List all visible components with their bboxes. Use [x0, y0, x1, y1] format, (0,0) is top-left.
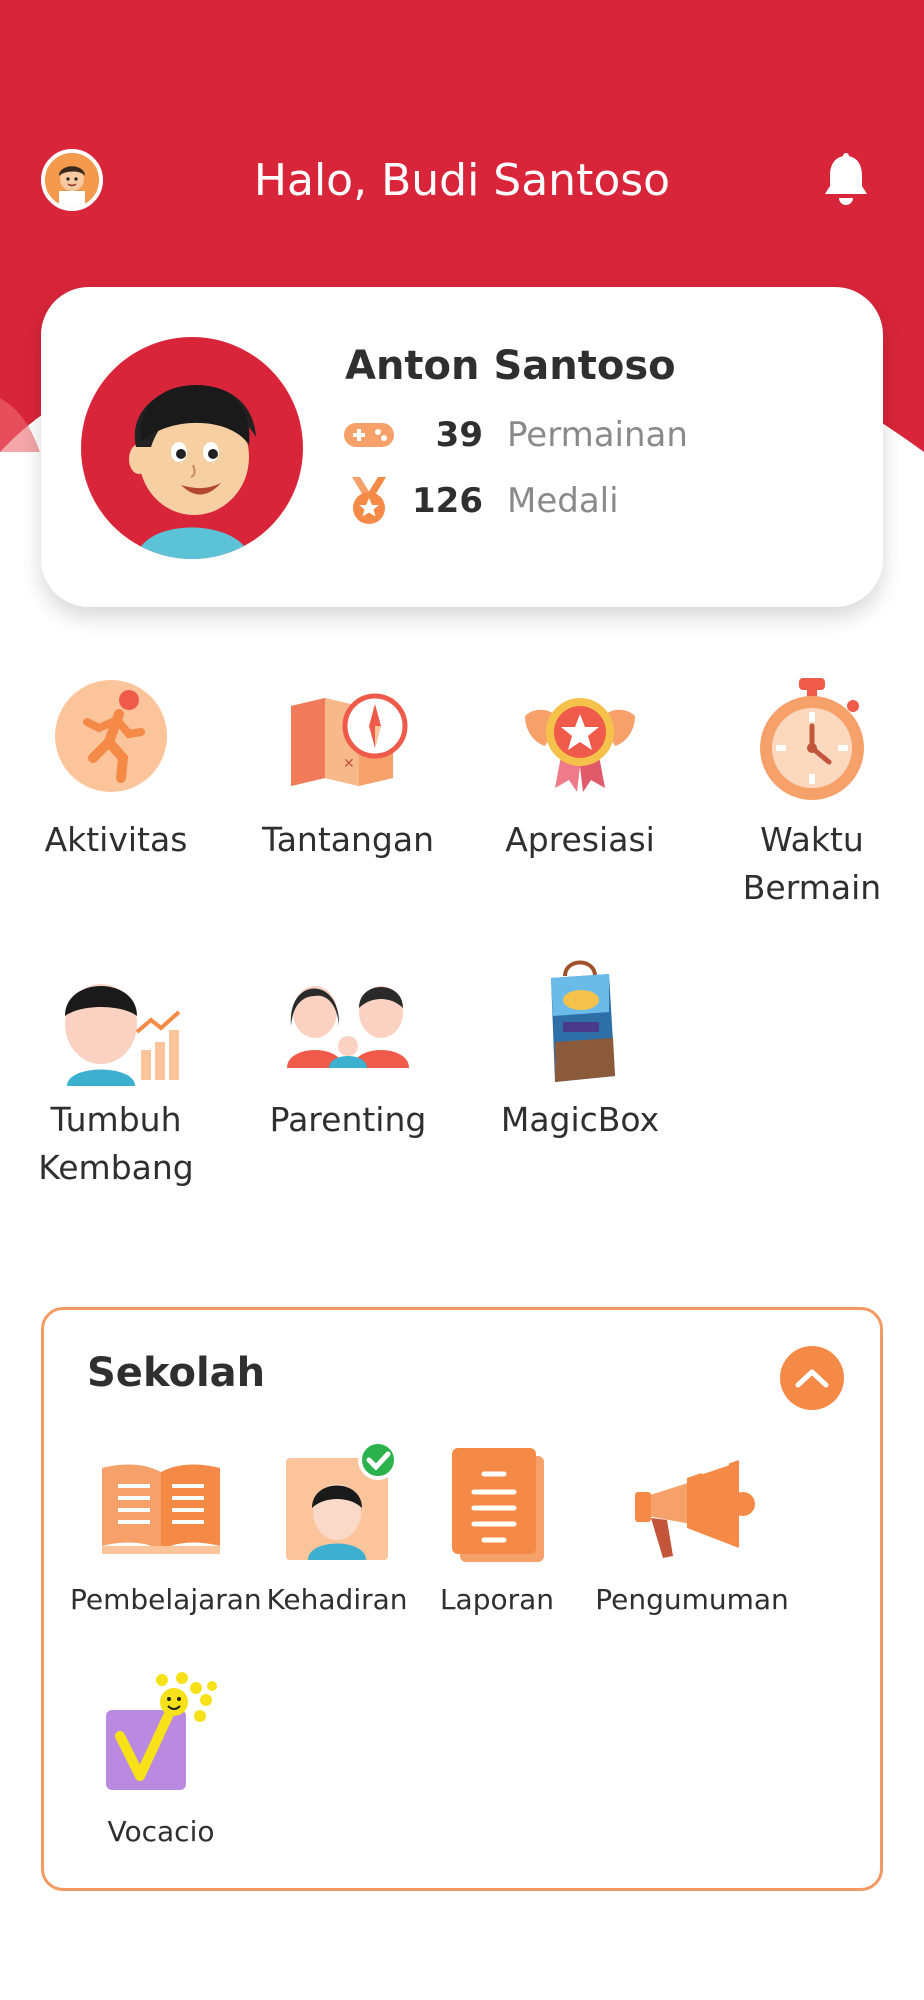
school-item-label: Vocacio — [107, 1815, 215, 1848]
menu-label: Tumbuh Kembang — [38, 1100, 194, 1187]
attendance-check-icon — [272, 1438, 402, 1568]
medal-icon — [341, 475, 397, 527]
menu-label: Tantangan — [262, 820, 434, 859]
school-item-vocacio[interactable]: Vocacio — [70, 1670, 252, 1852]
winged-star-badge-icon — [515, 676, 645, 806]
svg-text:✕: ✕ — [343, 756, 355, 772]
medals-label: Medali — [507, 481, 619, 521]
menu-label: Waktu Bermain — [742, 820, 882, 907]
chevron-up-icon[interactable] — [780, 1346, 844, 1410]
menu-label: Parenting — [269, 1100, 427, 1139]
school-item-label: Pengumuman — [595, 1583, 789, 1616]
menu-item-parenting[interactable]: Parenting — [232, 956, 464, 1144]
bell-icon[interactable] — [822, 152, 870, 210]
menu-item-magicbox[interactable]: MagicBox — [464, 956, 696, 1144]
menu-label: Aktivitas — [44, 820, 188, 859]
gamepad-icon — [341, 409, 397, 461]
family-icon — [283, 956, 413, 1086]
school-item-label: Laporan — [439, 1583, 555, 1616]
parent-avatar-icon[interactable] — [41, 149, 103, 211]
school-section-title: Sekolah — [87, 1350, 266, 1396]
growth-chart-icon — [51, 956, 181, 1086]
menu-item-waktu-bermain[interactable]: Waktu Bermain — [696, 676, 924, 912]
megaphone-icon — [627, 1438, 757, 1568]
menu-item-tantangan[interactable]: ✕ Tantangan — [232, 676, 464, 864]
school-item-pembelajaran[interactable]: Pembelajaran — [70, 1438, 262, 1620]
school-section: Sekolah Pembelajaran Kehadiran Laporan P… — [41, 1307, 883, 1891]
child-profile-card[interactable]: Anton Santoso 39 Permainan 126 Medali — [41, 287, 883, 607]
medals-stat: 126 Medali — [341, 475, 619, 527]
child-avatar — [81, 337, 303, 559]
menu-label: Apresiasi — [505, 820, 655, 859]
running-person-icon — [51, 676, 181, 806]
menu-item-tumbuh-kembang[interactable]: Tumbuh Kembang — [0, 956, 232, 1192]
child-name: Anton Santoso — [345, 343, 676, 389]
open-book-icon — [96, 1438, 226, 1568]
medals-count: 126 — [412, 481, 483, 521]
vocacio-logo-icon — [96, 1670, 226, 1800]
school-item-pengumuman[interactable]: Pengumuman — [572, 1438, 812, 1620]
school-item-laporan[interactable]: Laporan — [422, 1438, 572, 1620]
games-count: 39 — [435, 415, 483, 455]
report-document-icon — [432, 1438, 562, 1568]
map-compass-icon: ✕ — [283, 676, 413, 806]
games-label: Permainan — [507, 415, 688, 455]
stopwatch-icon — [747, 676, 877, 806]
magicbox-bag-icon — [515, 956, 645, 1086]
games-stat: 39 Permainan — [341, 409, 688, 461]
school-item-label: Kehadiran — [266, 1583, 408, 1616]
school-item-label: Pembelajaran — [70, 1583, 262, 1616]
menu-item-aktivitas[interactable]: Aktivitas — [0, 676, 232, 864]
greeting-title: Halo, Budi Santoso — [253, 155, 671, 206]
school-item-kehadiran[interactable]: Kehadiran — [252, 1438, 422, 1620]
menu-item-apresiasi[interactable]: Apresiasi — [464, 676, 696, 864]
menu-label: MagicBox — [500, 1100, 660, 1139]
